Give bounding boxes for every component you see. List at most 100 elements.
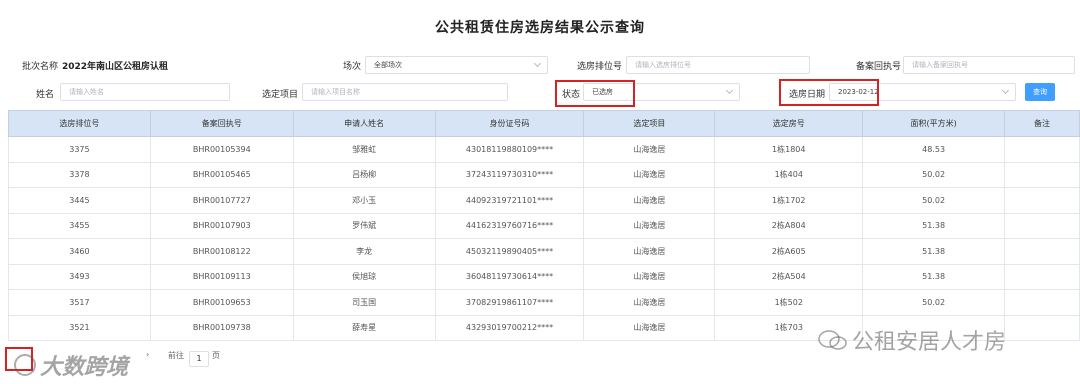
name-label: 姓名 bbox=[36, 90, 55, 100]
table-cell: 3445 bbox=[8, 187, 151, 214]
table-cell: 山海逸居 bbox=[583, 263, 716, 290]
table-cell: BHR00105465 bbox=[149, 161, 294, 188]
column-header[interactable]: 申请人姓名 bbox=[292, 110, 436, 137]
table-cell: 侯旭琼 bbox=[292, 263, 436, 290]
table-cell: 李龙 bbox=[292, 238, 436, 265]
table-cell: 3460 bbox=[8, 238, 151, 265]
page-title: 公共租赁住房选房结果公示查询 bbox=[435, 20, 645, 36]
venue-value: 全部场次 bbox=[374, 61, 402, 69]
table-cell: 山海逸居 bbox=[583, 161, 716, 188]
project-label: 选定项目 bbox=[262, 90, 299, 100]
table-cell bbox=[1004, 187, 1080, 214]
table-cell: 3493 bbox=[8, 263, 151, 290]
table-cell: 1栋1702 bbox=[714, 187, 864, 214]
chevron-down-icon bbox=[535, 61, 541, 67]
page-suffix: 页 bbox=[212, 351, 220, 360]
table-cell: BHR00105394 bbox=[149, 136, 294, 163]
table-cell: 3517 bbox=[8, 289, 151, 316]
chevron-down-icon bbox=[1003, 88, 1009, 94]
table-cell: 44162319760716**** bbox=[434, 212, 585, 239]
rank-input[interactable]: 请输入选房排位号 bbox=[626, 56, 810, 74]
table-cell: 2栋A605 bbox=[714, 238, 864, 265]
batch-label: 批次名称 bbox=[22, 62, 59, 72]
wechat-icon bbox=[818, 329, 848, 351]
next-page-button[interactable]: › bbox=[146, 350, 149, 359]
table-cell: 3521 bbox=[8, 314, 151, 341]
table-cell: 51.38 bbox=[862, 263, 1006, 290]
table-row: 3460 BHR00108122 李龙 45032119890405**** 山海逸居 2… bbox=[8, 238, 1080, 265]
table-cell: 3375 bbox=[8, 136, 151, 163]
table-cell: 山海逸居 bbox=[583, 289, 716, 316]
results-table: 选房排位号 备案回执号 申请人姓名 身份证号码 选定项目 选定房号 面积(平方米… bbox=[8, 110, 1080, 341]
watermark-left-icon bbox=[14, 354, 36, 376]
table-cell: 43018119880109**** bbox=[434, 136, 585, 163]
table-cell: BHR00109113 bbox=[149, 263, 294, 290]
table-cell: 50.02 bbox=[862, 187, 1006, 214]
table-cell: 山海逸居 bbox=[583, 314, 716, 341]
table-row: 3455 BHR00107903 罗伟斌 44162319760716**** 山海逸居… bbox=[8, 212, 1080, 239]
table-cell bbox=[1004, 136, 1080, 163]
table-cell: 山海逸居 bbox=[583, 136, 716, 163]
table-cell bbox=[1004, 314, 1080, 341]
column-header[interactable]: 备案回执号 bbox=[149, 110, 294, 137]
table-cell: 3378 bbox=[8, 161, 151, 188]
table-cell: BHR00108122 bbox=[149, 238, 294, 265]
column-header[interactable]: 身份证号码 bbox=[434, 110, 585, 137]
table-cell: 1栋1804 bbox=[714, 136, 864, 163]
goto-label: 前往 bbox=[168, 351, 184, 360]
chevron-down-icon bbox=[727, 88, 733, 94]
table-cell: BHR00109653 bbox=[149, 289, 294, 316]
column-header[interactable]: 选房排位号 bbox=[8, 110, 151, 137]
venue-select[interactable]: 全部场次 bbox=[365, 56, 548, 74]
project-input[interactable]: 请输入项目名称 bbox=[302, 83, 508, 101]
rank-label: 选房排位号 bbox=[577, 62, 623, 72]
table-cell: 37082919861107**** bbox=[434, 289, 585, 316]
table-cell: 1栋502 bbox=[714, 289, 864, 316]
table-cell: 51.38 bbox=[862, 238, 1006, 265]
column-header[interactable]: 备注 bbox=[1004, 110, 1080, 137]
status-highlight-box bbox=[555, 80, 635, 107]
query-button[interactable]: 查询 bbox=[1025, 83, 1055, 101]
table-row: 3445 BHR00107727 邓小玉 44092319721101**** 山海逸居… bbox=[8, 187, 1080, 214]
table-cell: 48.53 bbox=[862, 136, 1006, 163]
table-cell: 邓小玉 bbox=[292, 187, 436, 214]
table-cell: 司玉国 bbox=[292, 289, 436, 316]
table-cell: 2栋A504 bbox=[714, 263, 864, 290]
table-row: 3375 BHR00105394 邹雅虹 43018119880109**** 山海逸居… bbox=[8, 136, 1080, 163]
table-cell: 薛寿星 bbox=[292, 314, 436, 341]
receipt-input[interactable]: 请输入备案回执号 bbox=[903, 56, 1075, 74]
table-cell bbox=[1004, 212, 1080, 239]
table-cell: BHR00107903 bbox=[149, 212, 294, 239]
page-number-input[interactable]: 1 bbox=[189, 351, 209, 367]
receipt-label: 备案回执号 bbox=[856, 62, 902, 72]
table-cell bbox=[1004, 238, 1080, 265]
table-cell: 吕杨柳 bbox=[292, 161, 436, 188]
table-cell bbox=[1004, 289, 1080, 316]
name-input[interactable]: 请输入姓名 bbox=[60, 83, 230, 101]
table-cell bbox=[1004, 263, 1080, 290]
table-cell: 山海逸居 bbox=[583, 212, 716, 239]
table-cell: 50.02 bbox=[862, 289, 1006, 316]
venue-label: 场次 bbox=[343, 62, 362, 72]
date-highlight-box bbox=[779, 79, 879, 106]
column-header[interactable]: 选定房号 bbox=[714, 110, 864, 137]
table-header-row: 选房排位号 备案回执号 申请人姓名 身份证号码 选定项目 选定房号 面积(平方米… bbox=[8, 110, 1080, 137]
watermark-logo-right: 公租安居人才房 bbox=[818, 324, 1006, 356]
table-cell: 51.38 bbox=[862, 212, 1006, 239]
watermark-logo-left: 大数跨境 bbox=[14, 349, 128, 381]
column-header[interactable]: 选定项目 bbox=[583, 110, 716, 137]
column-header[interactable]: 面积(平方米) bbox=[862, 110, 1006, 137]
table-cell: BHR00109738 bbox=[149, 314, 294, 341]
table-cell: 山海逸居 bbox=[583, 187, 716, 214]
table-cell: 44092319721101**** bbox=[434, 187, 585, 214]
table-cell: 1栋404 bbox=[714, 161, 864, 188]
table-cell: 山海逸居 bbox=[583, 238, 716, 265]
table-cell: 50.02 bbox=[862, 161, 1006, 188]
table-row: 3378 BHR00105465 吕杨柳 37243119730310**** 山海逸居… bbox=[8, 161, 1080, 188]
table-cell: 36048119730614**** bbox=[434, 263, 585, 290]
table-row: 3517 BHR00109653 司玉国 37082919861107**** 山海逸居… bbox=[8, 289, 1080, 316]
table-cell: BHR00107727 bbox=[149, 187, 294, 214]
batch-value: 2022年南山区公租房认租 bbox=[62, 62, 169, 72]
table-cell: 37243119730310**** bbox=[434, 161, 585, 188]
table-cell: 45032119890405**** bbox=[434, 238, 585, 265]
